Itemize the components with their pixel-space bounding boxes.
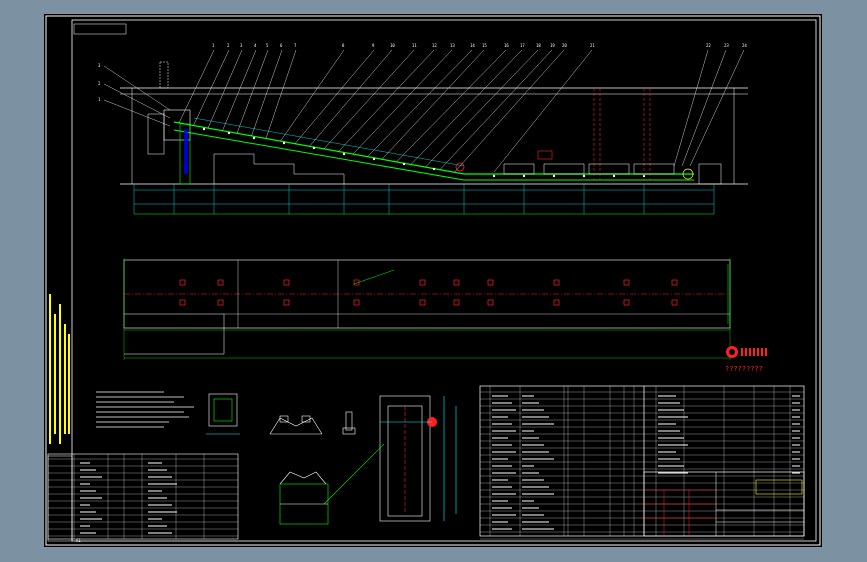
section-details [206, 393, 457, 525]
anchor-bolt-mark [283, 279, 290, 286]
anchor-bolt-mark [453, 279, 460, 286]
part-callout-label: 7 [294, 43, 297, 48]
part-callout-label: 17 [520, 43, 525, 48]
part-callout-label: 8 [342, 43, 345, 48]
company-logo [726, 346, 767, 358]
part-callout-label: 1 [98, 97, 101, 102]
cad-drawing-sheet: 1 2 3 4 5 6 7 8 9 10 11 12 13 14 15 16 17 18 19 20 21 22 23 24 3… [44, 14, 822, 547]
part-callout-label: 18 [536, 43, 541, 48]
bend-pulley [455, 162, 465, 172]
anchor-bolt-mark [623, 299, 630, 306]
bill-of-materials [479, 385, 805, 540]
scale-note: A1 [76, 538, 81, 543]
part-callout-label: 16 [504, 43, 509, 48]
anchor-bolt-mark [217, 279, 224, 286]
anchor-bolt-mark [553, 299, 560, 306]
left-parts-list [47, 453, 239, 540]
part-callout-label: 14 [470, 43, 475, 48]
title-corner-box [73, 23, 127, 35]
part-callout-label: 3 [240, 43, 243, 48]
anchor-bolt-mark [453, 299, 460, 306]
part-callout-label: 2 [98, 81, 101, 86]
anchor-bolt-mark [353, 299, 360, 306]
part-callout-label: 3 [98, 63, 101, 68]
anchor-bolt-mark [179, 279, 186, 286]
left-notes-strip [49, 294, 70, 444]
technical-notes [96, 391, 194, 428]
anchor-bolt-mark [553, 279, 560, 286]
part-callout-label: 2 [227, 43, 230, 48]
part-callout-label: 6 [280, 43, 283, 48]
anchor-bolt-mark [487, 279, 494, 286]
part-callout-label: 23 [724, 43, 729, 48]
anchor-bolt-mark [283, 299, 290, 306]
part-callout-label: 5 [266, 43, 269, 48]
part-callout-label: 15 [482, 43, 487, 48]
part-callout-label: 1 [212, 43, 215, 48]
part-callout-label: 24 [742, 43, 747, 48]
anchor-bolt-mark [671, 299, 678, 306]
part-callout-label: 20 [562, 43, 567, 48]
anchor-bolt-mark [487, 299, 494, 306]
anchor-bolt-mark [179, 299, 186, 306]
part-callout-label: 10 [390, 43, 395, 48]
logo-caption: ????????? [725, 365, 763, 373]
part-callout-label: 12 [432, 43, 437, 48]
part-callout-label: 19 [550, 43, 555, 48]
part-callout-label: 21 [590, 43, 595, 48]
anchor-bolt-mark [419, 299, 426, 306]
outer-frame [45, 15, 821, 546]
conveyor-assembly-drawing: 1 2 3 4 5 6 7 8 9 10 11 12 13 14 15 16 17 18 19 20 21 22 23 243… [45, 15, 821, 546]
revision-strip [47, 455, 73, 542]
anchor-bolt-mark [671, 279, 678, 286]
part-callout-label: 4 [254, 43, 257, 48]
anchor-bolt-mark [419, 279, 426, 286]
part-callout-label: 22 [706, 43, 711, 48]
part-callout-label: 11 [412, 43, 417, 48]
part-callout-label: 13 [450, 43, 455, 48]
plan-view [123, 258, 731, 360]
inclined-belt-upper [173, 121, 465, 175]
elevation-view [120, 61, 748, 215]
anchor-bolt-mark [623, 279, 630, 286]
anchor-bolt-mark [217, 299, 224, 306]
part-callouts: 1 2 3 4 5 6 7 8 9 10 11 12 13 14 15 16 17 18 19 20 21 22 23 243… [98, 43, 747, 173]
part-callout-label: 9 [372, 43, 375, 48]
